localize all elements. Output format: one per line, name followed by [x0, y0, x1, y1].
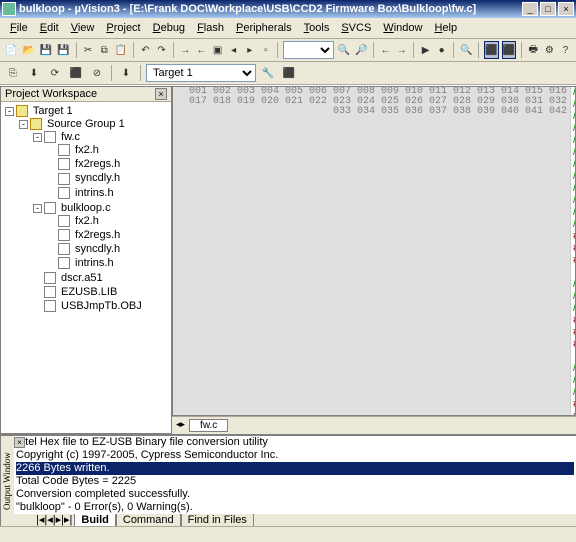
target-options-button[interactable]: 🔧 [259, 64, 277, 82]
bookmark-next-button[interactable]: ▸ [243, 41, 256, 59]
options-button[interactable]: ⚙ [543, 41, 556, 59]
output-tab-nav[interactable]: |◂|◂|▸|▸| [34, 514, 74, 526]
breakpoint-button[interactable]: ● [435, 41, 448, 59]
workspace-title: Project Workspace [5, 88, 97, 100]
code-editor[interactable]: 001 002 003 004 005 006 007 008 009 010 … [172, 86, 576, 416]
output-line: Total Code Bytes = 2225 [16, 475, 574, 488]
editor-tabs: ◂▸ fw.c [172, 416, 576, 434]
output-line: Intel Hex file to EZ-USB Binary file con… [16, 436, 574, 449]
menu-svcs[interactable]: SVCS [335, 20, 377, 36]
output-side-label: Output Window [0, 436, 14, 526]
workspace-toggle-button[interactable]: ⬛ [484, 41, 498, 59]
indent-button[interactable]: → [179, 41, 192, 59]
help-button[interactable]: ? [559, 41, 572, 59]
status-bar [0, 526, 576, 542]
new-file-button[interactable]: 📄 [4, 41, 18, 59]
paste-button[interactable]: 📋 [114, 41, 128, 59]
output-line: Conversion completed successfully. [16, 488, 574, 501]
cut-button[interactable]: ✂ [82, 41, 95, 59]
menu-window[interactable]: Window [377, 20, 428, 36]
menu-bar: FileEditViewProjectDebugFlashPeripherals… [0, 18, 576, 39]
output-close-button[interactable]: × [14, 437, 25, 448]
menu-file[interactable]: File [4, 20, 34, 36]
rebuild-button[interactable]: ⟳ [46, 64, 64, 82]
copy-button[interactable]: ⧉ [98, 41, 111, 59]
print-button[interactable]: 🖶 [527, 41, 540, 59]
nav-back-button[interactable]: ← [379, 41, 392, 59]
minimize-button[interactable]: _ [522, 2, 538, 16]
output-line: "bulkloop" - 0 Error(s), 0 Warning(s). [16, 501, 574, 514]
window-titlebar: bulkloop - µVision3 - [E:\Frank DOC\Work… [0, 0, 576, 18]
find-button[interactable]: 🔍 [337, 41, 351, 59]
output-toggle-button[interactable]: ⬛ [502, 41, 516, 59]
toolbar-build: ⎘ ⬇ ⟳ ⬛ ⊘ ⬇ Target 1 🔧 ⬛ [0, 62, 576, 85]
find-in-files-button[interactable]: 🔎 [354, 41, 368, 59]
save-button[interactable]: 💾 [39, 41, 53, 59]
project-workspace: Project Workspace × - Target 1- Source G… [0, 86, 172, 434]
output-tab-command[interactable]: Command [116, 514, 181, 526]
output-line: Copyright (c) 1997-2005, Cypress Semicon… [16, 449, 574, 462]
menu-edit[interactable]: Edit [34, 20, 65, 36]
outdent-button[interactable]: ← [195, 41, 208, 59]
menu-peripherals[interactable]: Peripherals [230, 20, 298, 36]
menu-tools[interactable]: Tools [298, 20, 336, 36]
target-select[interactable]: Target 1 [146, 64, 256, 82]
find-combo[interactable] [283, 41, 333, 59]
maximize-button[interactable]: □ [540, 2, 556, 16]
line-gutter: 001 002 003 004 005 006 007 008 009 010 … [173, 87, 571, 415]
project-tree[interactable]: - Target 1- Source Group 1- fw.c fx2.h f… [1, 102, 171, 433]
save-all-button[interactable]: 💾 [56, 41, 70, 59]
menu-view[interactable]: View [65, 20, 101, 36]
output-tabs: |◂|◂|▸|▸| Build Command Find in Files [14, 514, 576, 526]
download-button[interactable]: ⬇ [117, 64, 135, 82]
undo-button[interactable]: ↶ [139, 41, 152, 59]
redo-button[interactable]: ↷ [155, 41, 168, 59]
app-icon [2, 2, 16, 16]
build-button[interactable]: ⬇ [25, 64, 43, 82]
window-title: bulkloop - µVision3 - [E:\Frank DOC\Work… [19, 3, 522, 15]
debug-button[interactable]: ▶ [419, 41, 432, 59]
menu-debug[interactable]: Debug [147, 20, 191, 36]
workspace-close-button[interactable]: × [155, 88, 167, 100]
file-extensions-button[interactable]: ⬛ [280, 64, 298, 82]
output-window: Output Window × Intel Hex file to EZ-USB… [0, 434, 576, 526]
close-button[interactable]: × [558, 2, 574, 16]
file-tab[interactable]: fw.c [189, 419, 228, 432]
menu-help[interactable]: Help [428, 20, 463, 36]
build-all-button[interactable]: ⬛ [67, 64, 85, 82]
bookmark-clear-button[interactable]: ▫ [259, 41, 272, 59]
stop-build-button[interactable]: ⊘ [88, 64, 106, 82]
menu-flash[interactable]: Flash [191, 20, 230, 36]
output-tab-build[interactable]: Build [74, 514, 116, 526]
nav-forward-button[interactable]: → [395, 41, 408, 59]
toolbar-main: 📄 📂 💾 💾 ✂ ⧉ 📋 ↶ ↷ → ← ▣ ◂ ▸ ▫ 🔍 🔎 ← → ▶ … [0, 39, 576, 62]
output-line: 2266 Bytes written. [16, 462, 574, 475]
bookmark-button[interactable]: ▣ [211, 41, 224, 59]
bookmark-prev-button[interactable]: ◂ [227, 41, 240, 59]
translate-button[interactable]: ⎘ [4, 64, 22, 82]
output-tab-find[interactable]: Find in Files [181, 514, 254, 526]
open-file-button[interactable]: 📂 [21, 41, 35, 59]
menu-project[interactable]: Project [100, 20, 146, 36]
code-content[interactable]: //--------------------------------------… [571, 87, 575, 415]
zoom-button[interactable]: 🔍 [459, 41, 473, 59]
